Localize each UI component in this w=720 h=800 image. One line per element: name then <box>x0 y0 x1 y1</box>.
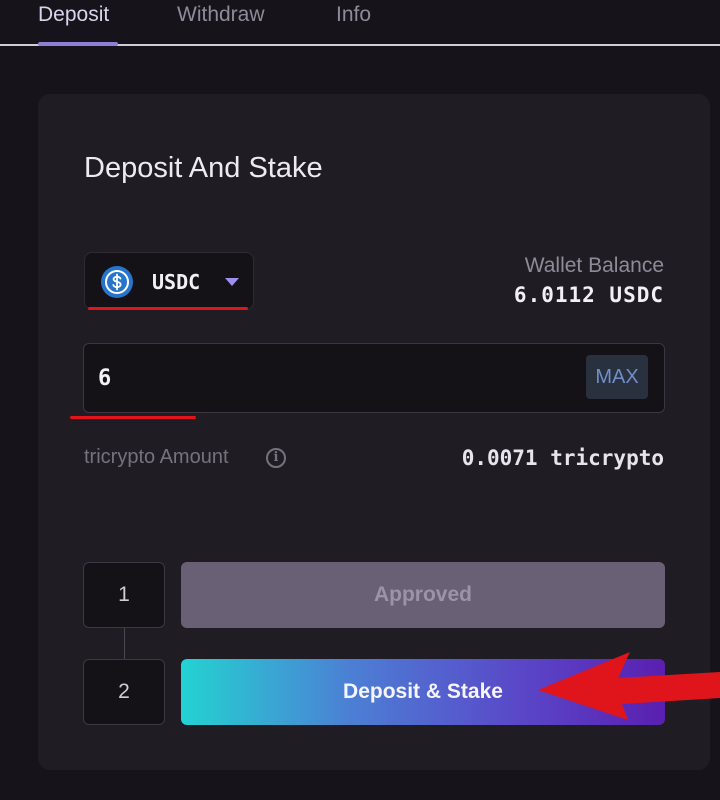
tab-bar: Deposit Withdraw Info <box>0 0 720 46</box>
active-tab-indicator <box>38 42 118 46</box>
token-symbol: USDC <box>152 270 201 294</box>
amount-input[interactable] <box>98 362 558 394</box>
caret-down-icon <box>225 278 239 286</box>
wallet-balance-label: Wallet Balance <box>524 254 664 277</box>
red-annotation-underline <box>88 307 248 310</box>
tricrypto-amount-label: tricrypto Amount <box>84 446 229 468</box>
step-number-2: 2 <box>83 659 165 725</box>
usdc-coin-icon <box>101 266 133 298</box>
red-arrow-icon <box>538 652 720 720</box>
wallet-balance-value: 6.0112 USDC <box>513 283 664 307</box>
card-title: Deposit And Stake <box>84 152 323 184</box>
red-annotation-underline <box>70 416 196 419</box>
tab-withdraw[interactable]: Withdraw <box>177 3 265 27</box>
step-connector <box>124 628 125 659</box>
info-icon[interactable]: i <box>266 448 286 468</box>
approved-button[interactable]: Approved <box>181 562 665 628</box>
max-button[interactable]: MAX <box>586 355 648 399</box>
token-select[interactable]: USDC <box>84 252 254 310</box>
tab-info[interactable]: Info <box>336 3 371 27</box>
step-number-1: 1 <box>83 562 165 628</box>
amount-field: MAX <box>83 343 665 413</box>
tricrypto-amount-value: 0.0071 tricrypto <box>461 446 664 470</box>
tab-deposit[interactable]: Deposit <box>38 3 109 27</box>
